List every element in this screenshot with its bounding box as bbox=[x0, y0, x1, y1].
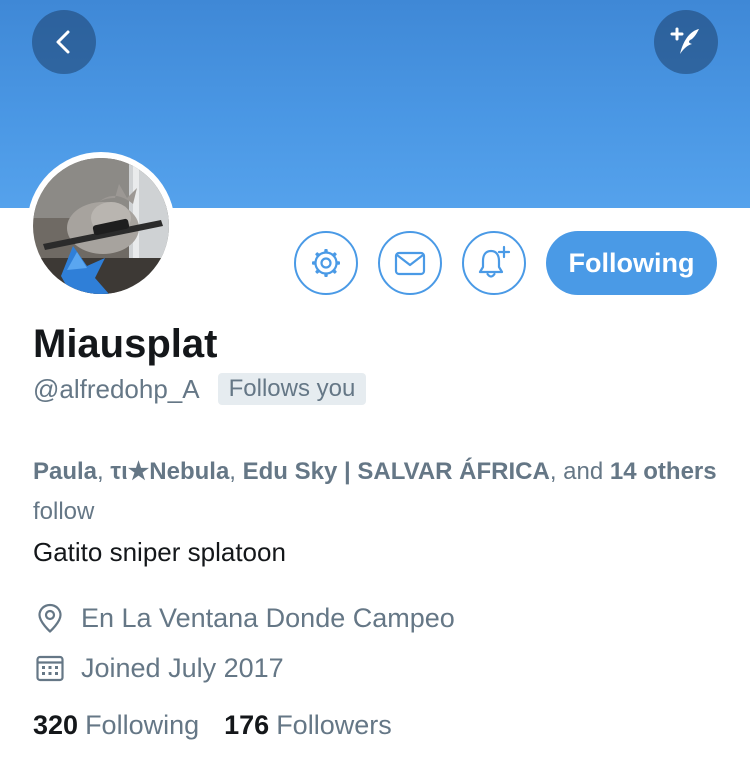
follower-separator: , bbox=[97, 458, 111, 485]
followed-by-summary[interactable]: Paula, τι★Nebula, Edu Sky | SALVAR ÁFRIC… bbox=[33, 452, 723, 532]
follow-suffix: follow bbox=[33, 498, 95, 525]
joined-row: Joined July 2017 bbox=[33, 651, 284, 685]
follows-you-badge: Follows you bbox=[217, 373, 367, 405]
gear-icon bbox=[312, 249, 340, 277]
following-count: 320 bbox=[33, 710, 79, 740]
followers-stat[interactable]: 176 Followers bbox=[224, 710, 392, 741]
settings-button[interactable] bbox=[294, 231, 358, 295]
following-label: Following bbox=[85, 710, 200, 740]
others-label[interactable]: others bbox=[643, 458, 716, 485]
calendar-icon bbox=[33, 651, 67, 685]
following-stat[interactable]: 320 Following bbox=[33, 710, 199, 741]
location-pin-icon bbox=[33, 601, 67, 635]
followers-label: Followers bbox=[276, 710, 392, 740]
location-text: En La Ventana Donde Campeo bbox=[81, 602, 455, 633]
chevron-left-icon bbox=[56, 30, 70, 54]
display-name: Miausplat bbox=[33, 322, 218, 366]
others-count[interactable]: 14 bbox=[610, 458, 637, 485]
location-row: En La Ventana Donde Campeo bbox=[33, 601, 455, 635]
followers-count: 176 bbox=[224, 710, 270, 740]
envelope-icon bbox=[394, 251, 426, 276]
joined-text: Joined July 2017 bbox=[81, 652, 284, 683]
handle-row: @alfredohp_A Follows you bbox=[33, 373, 367, 405]
compose-tweet-icon bbox=[670, 27, 699, 54]
follower-and: , and bbox=[549, 458, 610, 485]
follower-name[interactable]: Paula bbox=[33, 458, 97, 485]
profile-bio: Gatito sniper splatoon bbox=[33, 537, 286, 567]
user-handle: @alfredohp_A bbox=[33, 373, 200, 404]
avatar-image bbox=[33, 158, 169, 294]
follower-separator: , bbox=[229, 458, 243, 485]
avatar[interactable] bbox=[27, 152, 175, 300]
follow-stats: 320 Following 176 Followers bbox=[33, 710, 392, 741]
message-button[interactable] bbox=[378, 231, 442, 295]
follower-name[interactable]: τι★Nebula bbox=[110, 458, 229, 485]
bell-plus-icon bbox=[478, 245, 511, 278]
compose-tweet-button[interactable] bbox=[654, 10, 718, 74]
follower-name[interactable]: Edu Sky | SALVAR ÁFRICA bbox=[243, 458, 550, 485]
following-button[interactable]: Following bbox=[546, 231, 717, 295]
back-button[interactable] bbox=[32, 10, 96, 74]
notifications-button[interactable] bbox=[462, 231, 526, 295]
